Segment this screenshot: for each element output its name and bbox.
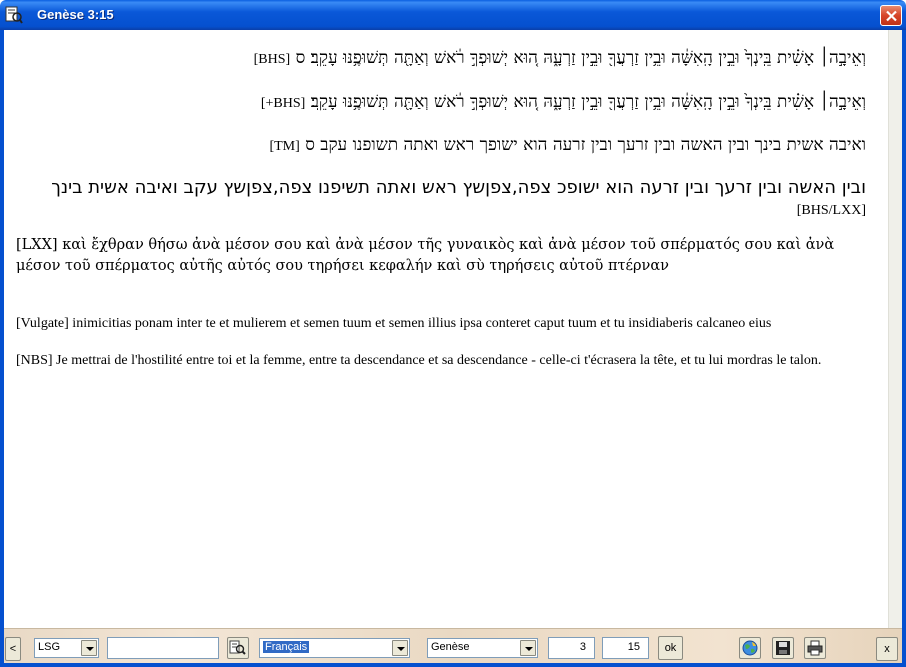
verse-tm: ואיבה אשית בינך ובין האשה ובין זרעך ובין… bbox=[269, 135, 866, 155]
close-panel-button[interactable]: x bbox=[876, 637, 898, 661]
verse-content: וְאֵיבָ֣ה׀ אָשִׁ֗ית בֵּֽינְךָ֙ וּבֵ֣ין ה… bbox=[4, 30, 888, 628]
verse-bhs-lxx: ובין האשה ובין זרעך ובין זרעה הוא ישופכ … bbox=[6, 177, 866, 221]
printer-icon bbox=[807, 640, 823, 656]
globe-icon bbox=[742, 640, 758, 656]
version-select-value: LSG bbox=[38, 641, 61, 653]
window-frame-right bbox=[902, 30, 906, 667]
verse-bhs-plus-tag: [BHS+] bbox=[260, 96, 306, 111]
window-title: Genèse 3:15 bbox=[37, 7, 114, 22]
verse-bhs-lxx-text: ובין האשה ובין זרעך ובין זרעה הוא ישופכ … bbox=[51, 177, 866, 198]
web-button[interactable] bbox=[739, 637, 761, 659]
floppy-disk-icon bbox=[776, 641, 790, 655]
search-button[interactable] bbox=[227, 637, 249, 659]
app-icon[interactable] bbox=[5, 6, 23, 24]
vertical-scrollbar[interactable] bbox=[888, 30, 902, 628]
language-select-value: Français bbox=[263, 641, 310, 653]
verse-tm-tag: [TM] bbox=[269, 139, 300, 154]
chevron-down-icon bbox=[81, 640, 97, 656]
close-icon bbox=[886, 10, 897, 22]
bottom-toolbar: < LSG Français Genèse 3 15 ok x bbox=[4, 628, 902, 663]
verse-bhs-plus-text: וְאֵיבָ֣ה׀ אָשִׁ֗ית בֵּֽינְךָ֙ וּבֵ֣ין ה… bbox=[310, 92, 866, 112]
window-frame-bottom bbox=[0, 663, 906, 667]
verse-lxx: [LXX] καὶ ἔχθραν θήσω ἀνὰ μέσον σου καὶ … bbox=[16, 237, 835, 274]
chapter-input[interactable]: 3 bbox=[548, 637, 595, 659]
search-icon bbox=[229, 640, 246, 655]
verse-bhs-plus: וְאֵיבָ֣ה׀ אָשִׁ֗ית בֵּֽינְךָ֙ וּבֵ֣ין ה… bbox=[261, 92, 866, 112]
verse-tm-text: ואיבה אשית בינך ובין האשה ובין זרעך ובין… bbox=[305, 135, 866, 155]
verse-bhs-text: וְאֵיבָ֣ה׀ אָשִׁ֗ית בֵּֽינְךָ֙ וּבֵ֣ין ה… bbox=[295, 48, 866, 68]
book-select[interactable]: Genèse bbox=[427, 638, 538, 658]
book-select-value: Genèse bbox=[431, 641, 470, 653]
chevron-down-icon bbox=[520, 640, 536, 656]
ok-button[interactable]: ok bbox=[658, 636, 683, 660]
title-bar[interactable]: Genèse 3:15 bbox=[0, 0, 906, 30]
verse-nbs: [NBS] Je mettrai de l'hostilité entre to… bbox=[16, 353, 822, 368]
verse-vulgate: [Vulgate] inimicitias ponam inter te et … bbox=[16, 316, 772, 331]
print-button[interactable] bbox=[804, 637, 826, 659]
verse-bhs-tag: [BHS] bbox=[253, 52, 291, 67]
language-select[interactable]: Français bbox=[259, 638, 410, 658]
version-select[interactable]: LSG bbox=[34, 638, 99, 658]
prev-verse-button[interactable]: < bbox=[5, 637, 21, 661]
close-window-button[interactable] bbox=[880, 5, 902, 26]
verse-input[interactable]: 15 bbox=[602, 637, 649, 659]
verse-bhs: וְאֵיבָ֣ה׀ אָשִׁ֗ית בֵּֽינְךָ֙ וּבֵ֣ין ה… bbox=[254, 48, 866, 68]
save-button[interactable] bbox=[772, 637, 794, 659]
search-input[interactable] bbox=[107, 637, 219, 659]
verse-bhs-lxx-tag: [BHS/LXX] bbox=[796, 203, 866, 218]
chevron-down-icon bbox=[392, 640, 408, 656]
